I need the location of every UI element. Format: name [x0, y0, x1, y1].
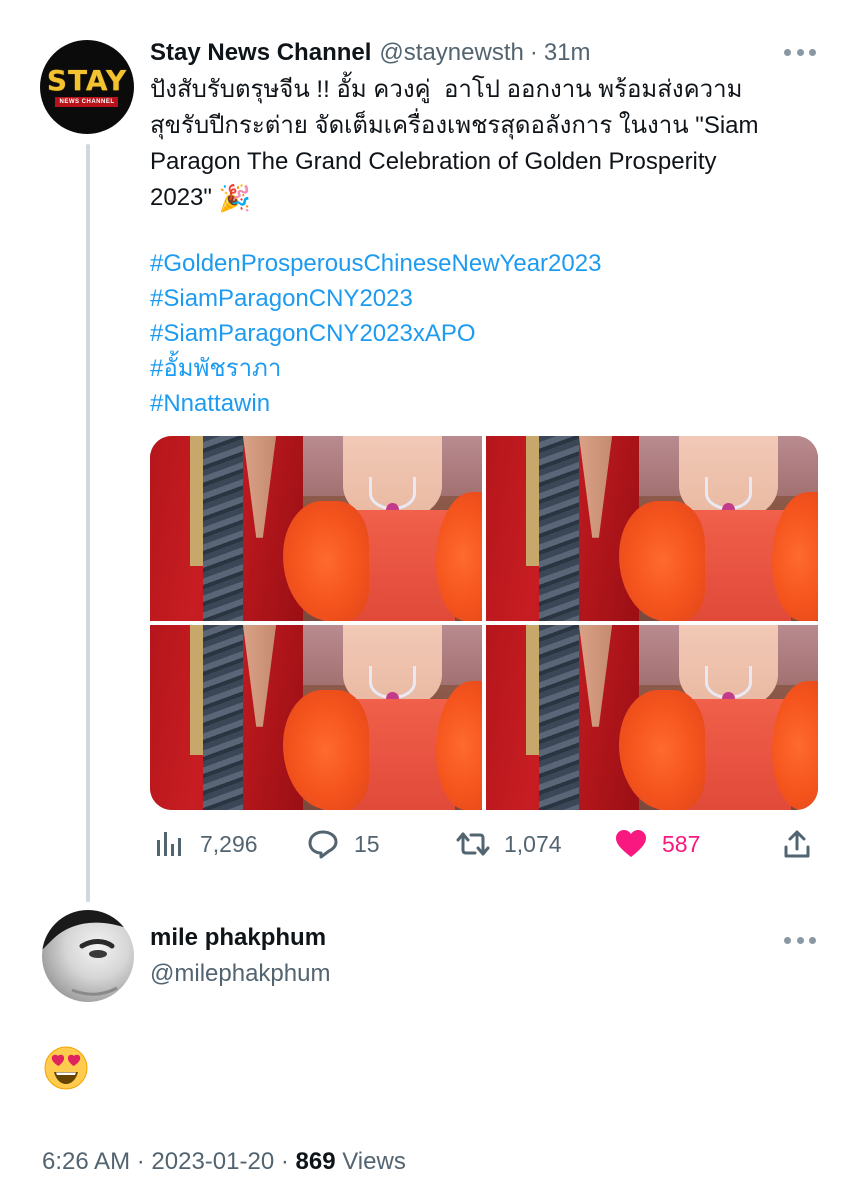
separator-dot: ·	[136, 1148, 145, 1175]
hashtag-link[interactable]: #SiamParagonCNY2023	[150, 281, 601, 316]
media-photo-4[interactable]	[486, 625, 818, 810]
stay-logo-icon: STAY NEWS CHANNEL	[47, 67, 127, 107]
photo-scarf-edge	[189, 436, 204, 566]
tweet-text-line-end: 2023"	[150, 184, 212, 211]
reply-icon	[306, 827, 340, 861]
photo-scarf-edge	[525, 436, 540, 566]
photo-scarf	[203, 436, 243, 621]
reply-views-count: 869	[295, 1148, 336, 1175]
share-button[interactable]	[780, 822, 828, 866]
more-options-button[interactable]	[784, 46, 816, 58]
more-dot-icon	[784, 48, 791, 56]
hashtag-list: #GoldenProsperousChineseNewYear2023 #Sia…	[150, 246, 601, 421]
more-dot-icon	[796, 48, 804, 56]
media-grid	[150, 436, 818, 810]
hashtag-link[interactable]: #SiamParagonCNY2023xAPO	[150, 316, 601, 351]
reply-author-avatar[interactable]	[42, 910, 134, 1002]
retweet-icon	[456, 827, 490, 861]
author-name[interactable]: Stay News Channel	[150, 39, 371, 67]
reply-more-options-button[interactable]	[784, 934, 816, 946]
hashtag-link[interactable]: #อั้มพัชราภา	[150, 351, 601, 386]
retweet-count: 1,074	[504, 830, 562, 857]
like-button[interactable]: 587	[614, 822, 700, 866]
reply-author-name[interactable]: mile phakphum	[150, 924, 326, 952]
author-avatar[interactable]: STAY NEWS CHANNEL	[40, 40, 134, 134]
separator-dot: ·	[280, 1148, 289, 1175]
reply-button[interactable]: 15	[306, 822, 380, 866]
photo-scarf-edge	[189, 625, 204, 755]
photo-scarf	[539, 436, 579, 621]
party-popper-emoji: 🎉	[218, 183, 251, 213]
tweet-text-line: 2023" 🎉	[150, 180, 822, 216]
avatar-photo	[42, 910, 134, 996]
hashtag-link[interactable]: #Nnattawin	[150, 386, 601, 421]
photo-scarf-edge	[525, 625, 540, 755]
tweet-text: ปังสับรับตรุษจีน !! อั้ม ควงคู่ อาโป ออก…	[150, 72, 822, 216]
heart-filled-icon	[614, 827, 648, 861]
photo-scarf	[203, 625, 243, 810]
like-count: 587	[662, 830, 701, 857]
tweet-text-line: ปังสับรับตรุษจีน !! อั้ม ควงคู่ อาโป ออก…	[150, 76, 743, 103]
stay-logo-text: STAY	[46, 64, 128, 97]
photo-scarf	[539, 625, 579, 810]
tweet-text-line: สุขรับปีกระต่าย จัดเต็มเครื่องเพชรสุดอลั…	[150, 112, 759, 139]
more-dot-icon	[784, 936, 791, 944]
hashtag-link[interactable]: #GoldenProsperousChineseNewYear2023	[150, 246, 601, 281]
reply-views-label: Views	[342, 1148, 406, 1175]
retweet-button[interactable]: 1,074	[456, 822, 562, 866]
stay-logo-subtext: NEWS CHANNEL	[55, 97, 119, 107]
more-dot-icon	[809, 48, 816, 56]
reply-meta: 6:26 AM · 2023-01-20 · 869 Views	[42, 1148, 406, 1176]
share-icon	[780, 827, 814, 861]
reply-date[interactable]: 2023-01-20	[151, 1148, 274, 1175]
author-handle[interactable]: @staynewsth	[379, 39, 523, 67]
tweet-time[interactable]: 31m	[544, 39, 591, 67]
more-dot-icon	[796, 936, 804, 944]
media-photo-1[interactable]	[150, 436, 482, 621]
reply-timestamp[interactable]: 6:26 AM	[42, 1148, 130, 1175]
more-dot-icon	[809, 936, 816, 944]
media-photo-3[interactable]	[150, 625, 482, 810]
thread-connector-line	[86, 144, 90, 902]
heart-eyes-emoji: 😍	[44, 1046, 88, 1090]
reply-author-handle[interactable]: @milephakphum	[150, 960, 330, 988]
tweet-header: Stay News Channel @staynewsth · 31m	[150, 36, 591, 70]
views-count: 7,296	[200, 830, 258, 857]
separator-dot: ·	[529, 39, 538, 66]
tweet-text-line: Paragon The Grand Celebration of Golden …	[150, 148, 717, 175]
media-photo-2[interactable]	[486, 436, 818, 621]
reply-count: 15	[354, 830, 380, 857]
analytics-icon	[152, 827, 186, 861]
views-button[interactable]: 7,296	[152, 822, 258, 866]
